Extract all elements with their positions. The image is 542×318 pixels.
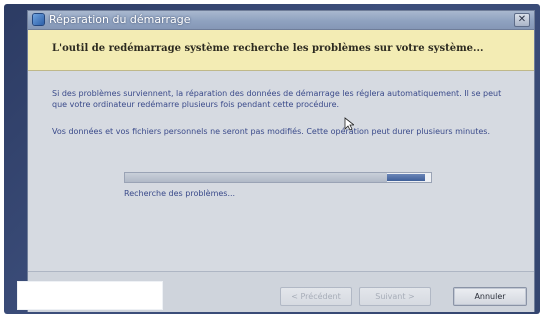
header-band: L'outil de redémarrage système recherche… xyxy=(28,30,534,71)
next-button[interactable]: Suivant > xyxy=(359,287,431,306)
progress-bar xyxy=(124,172,432,183)
info-paragraph-1: Si des problèmes surviennent, la réparat… xyxy=(52,89,502,109)
title-bar[interactable]: Réparation du démarrage ✕ xyxy=(28,11,534,30)
content-area: Si des problèmes surviennent, la réparat… xyxy=(28,71,534,271)
close-icon[interactable]: ✕ xyxy=(514,13,530,27)
info-paragraph-2: Vos données et vos fichiers personnels n… xyxy=(52,127,490,136)
window-title: Réparation du démarrage xyxy=(49,13,191,26)
previous-button[interactable]: < Précédent xyxy=(280,287,352,306)
mouse-pointer-icon xyxy=(344,117,354,131)
progress-track-fill xyxy=(125,173,387,182)
redaction-box xyxy=(17,281,163,310)
startup-repair-icon xyxy=(33,14,44,25)
progress-marquee-chunk xyxy=(387,174,425,181)
header-heading: L'outil de redémarrage système recherche… xyxy=(52,43,484,54)
status-text: Recherche des problèmes... xyxy=(124,189,236,198)
startup-repair-window: Réparation du démarrage ✕ L'outil de red… xyxy=(27,10,535,312)
cancel-button[interactable]: Annuler xyxy=(453,287,527,306)
screen-backdrop: Réparation du démarrage ✕ L'outil de red… xyxy=(4,4,540,314)
